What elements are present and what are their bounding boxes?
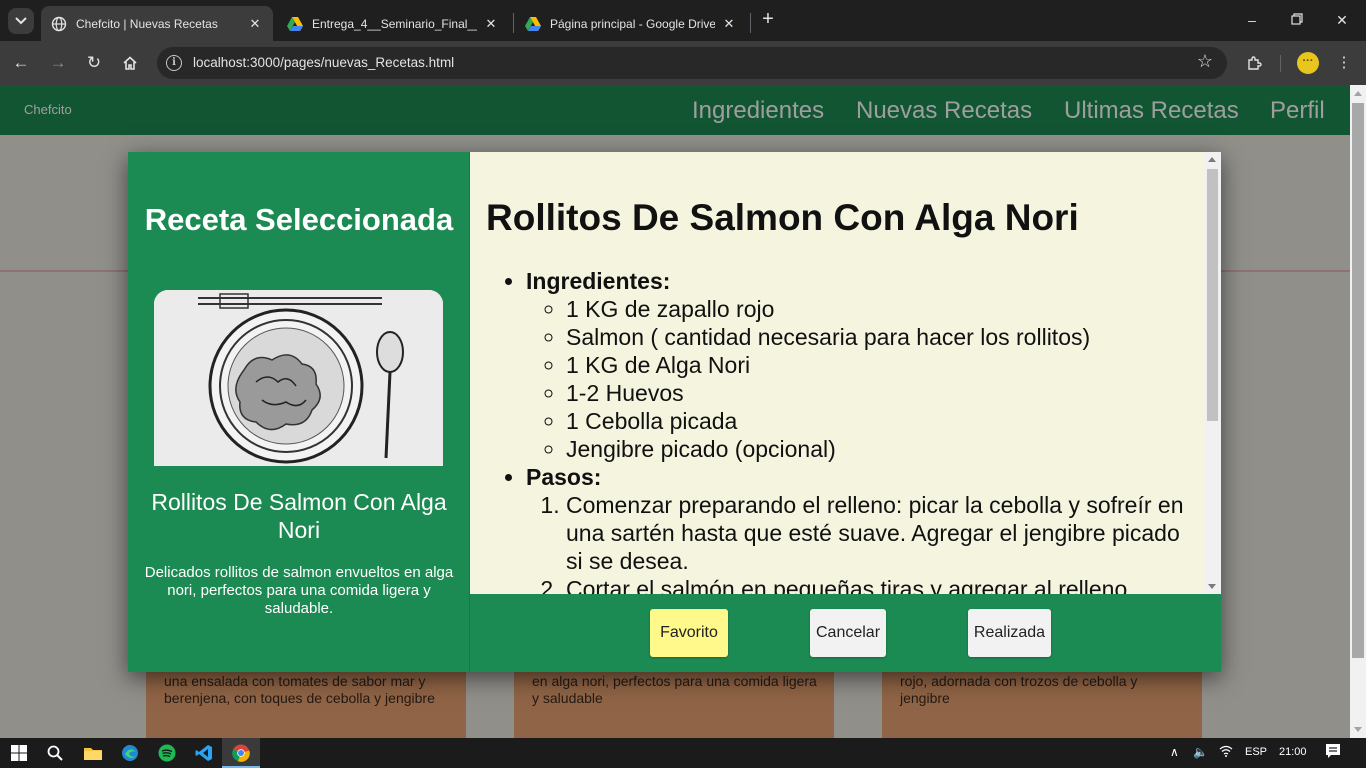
browser-tab-active[interactable]: Chefcito | Nuevas Recetas ✕ — [41, 6, 273, 41]
step-item: Comenzar preparando el relleno: picar la… — [566, 491, 1196, 575]
url-text: localhost:3000/pages/nuevas_Recetas.html — [193, 55, 454, 70]
recipe-details: Ingredientes: 1 KG de zapallo rojo Salmo… — [486, 267, 1196, 594]
language-indicator[interactable]: ESP — [1245, 746, 1267, 758]
step-item: Cortar el salmón en pequeñas tiras y agr… — [566, 575, 1196, 594]
recipe-modal: Receta Seleccionada Rollitos De Salmon C… — [128, 152, 1221, 672]
scroll-up-arrow-icon[interactable] — [1354, 91, 1362, 96]
recipe-description: Delicados rollitos de salmon envueltos e… — [144, 564, 454, 617]
address-bar[interactable]: i localhost:3000/pages/nuevas_Recetas.ht… — [157, 47, 1227, 79]
ingredients-section: Ingredientes: 1 KG de zapallo rojo Salmo… — [526, 267, 1196, 463]
tab-title: Entrega_4__Seminario_Final__G — [312, 16, 477, 31]
tab-separator — [750, 13, 751, 33]
ingredients-list: 1 KG de zapallo rojo Salmon ( cantidad n… — [526, 295, 1196, 463]
new-tab-icon[interactable]: + — [758, 9, 778, 30]
globe-icon — [51, 16, 67, 32]
close-tab-icon[interactable]: ✕ — [247, 16, 263, 32]
vscode-icon[interactable] — [194, 743, 214, 763]
bookmark-star-icon[interactable]: ☆ — [1197, 51, 1213, 72]
clock-time[interactable]: 21:00 — [1279, 746, 1307, 758]
browser-tab-bar: Chefcito | Nuevas Recetas ✕ Entrega_4__S… — [0, 0, 1366, 41]
browser-toolbar: ← → ↻ i localhost:3000/pages/nuevas_Rece… — [0, 41, 1366, 85]
home-icon[interactable] — [119, 52, 141, 74]
steps-label: Pasos: — [526, 464, 602, 490]
url-path: :3000/pages/nuevas_Recetas.html — [246, 55, 455, 70]
recipe-image — [154, 290, 443, 466]
search-icon[interactable] — [45, 743, 65, 763]
ingredient-item: 1 Cebolla picada — [566, 407, 1196, 435]
extensions-icon[interactable] — [1243, 52, 1265, 74]
scroll-down-arrow-icon[interactable] — [1354, 727, 1362, 732]
back-icon[interactable]: ← — [10, 52, 32, 74]
steps-section: Pasos: Comenzar preparando el relleno: p… — [526, 463, 1196, 594]
chevron-down-icon — [15, 17, 27, 25]
menu-kebab-icon[interactable]: ⋮ — [1333, 52, 1355, 74]
steps-list: Comenzar preparando el relleno: picar la… — [526, 491, 1196, 594]
windows-start-icon[interactable] — [9, 743, 29, 763]
page-scrollbar[interactable] — [1350, 85, 1366, 738]
modal-footer: Favorito Cancelar Realizada — [470, 594, 1221, 672]
google-drive-icon — [525, 16, 541, 32]
ingredient-item: Salmon ( cantidad necesaria para hacer l… — [566, 323, 1196, 351]
modal-content-panel[interactable]: Rollitos De Salmon Con Alga Nori Ingredi… — [470, 152, 1221, 594]
favorite-button[interactable]: Favorito — [650, 609, 728, 657]
modal-left-title: Receta Seleccionada — [144, 202, 454, 237]
close-tab-icon[interactable]: ✕ — [483, 16, 499, 32]
edge-icon[interactable] — [120, 743, 140, 763]
tab-search-button[interactable] — [8, 8, 34, 34]
recipe-sections: Ingredientes: 1 KG de zapallo rojo Salmo… — [486, 267, 1196, 594]
close-window-icon[interactable]: ✕ — [1332, 10, 1352, 30]
google-drive-icon — [287, 16, 303, 32]
file-explorer-icon[interactable] — [83, 743, 103, 763]
modal-scrollbar[interactable] — [1204, 152, 1221, 594]
volume-icon[interactable]: 🔈 — [1193, 745, 1208, 759]
wifi-icon[interactable] — [1219, 745, 1233, 760]
cancel-button[interactable]: Cancelar — [810, 609, 886, 657]
tray-expand-icon[interactable]: ∧ — [1170, 745, 1179, 759]
browser-tab[interactable]: Entrega_4__Seminario_Final__G ✕ — [277, 6, 509, 41]
modal-scrollbar-thumb[interactable] — [1207, 169, 1218, 421]
page-scrollbar-thumb[interactable] — [1352, 103, 1364, 658]
ingredient-item: 1-2 Huevos — [566, 379, 1196, 407]
reload-icon[interactable]: ↻ — [83, 52, 105, 74]
chrome-icon[interactable] — [231, 743, 251, 763]
spotify-icon[interactable] — [157, 743, 177, 763]
page-viewport: Chefcito Ingredientes Nuevas Recetas Ult… — [0, 85, 1350, 738]
scroll-up-arrow-icon[interactable] — [1208, 157, 1216, 162]
minimize-icon[interactable]: – — [1242, 10, 1262, 30]
done-button[interactable]: Realizada — [968, 609, 1051, 657]
restore-icon[interactable] — [1287, 10, 1307, 30]
site-info-icon[interactable]: i — [166, 55, 182, 71]
recipe-bowl-sketch — [154, 290, 443, 466]
tab-separator — [513, 13, 514, 33]
recipe-heading: Rollitos De Salmon Con Alga Nori — [486, 197, 1079, 238]
recipe-name: Rollitos De Salmon Con Alga Nori — [151, 489, 447, 543]
windows-taskbar: ∧ 🔈 ESP 21:00 — [0, 738, 1366, 768]
ingredient-item: 1 KG de zapallo rojo — [566, 295, 1196, 323]
tab-title: Página principal - Google Drive — [550, 16, 715, 31]
ingredient-item: Jengibre picado (opcional) — [566, 435, 1196, 463]
url-host: localhost — [193, 55, 247, 70]
ingredient-item: 1 KG de Alga Nori — [566, 351, 1196, 379]
tab-title: Chefcito | Nuevas Recetas — [76, 16, 218, 31]
toolbar-divider — [1280, 55, 1281, 72]
ingredients-label: Ingredientes: — [526, 268, 671, 294]
modal-left-panel: Receta Seleccionada Rollitos De Salmon C… — [128, 152, 470, 672]
notifications-icon[interactable] — [1325, 743, 1341, 762]
profile-avatar[interactable]: ··· — [1297, 52, 1319, 74]
close-tab-icon[interactable]: ✕ — [721, 16, 737, 32]
forward-icon[interactable]: → — [47, 52, 69, 74]
scroll-down-arrow-icon[interactable] — [1208, 584, 1216, 589]
browser-tab[interactable]: Página principal - Google Drive ✕ — [515, 6, 747, 41]
